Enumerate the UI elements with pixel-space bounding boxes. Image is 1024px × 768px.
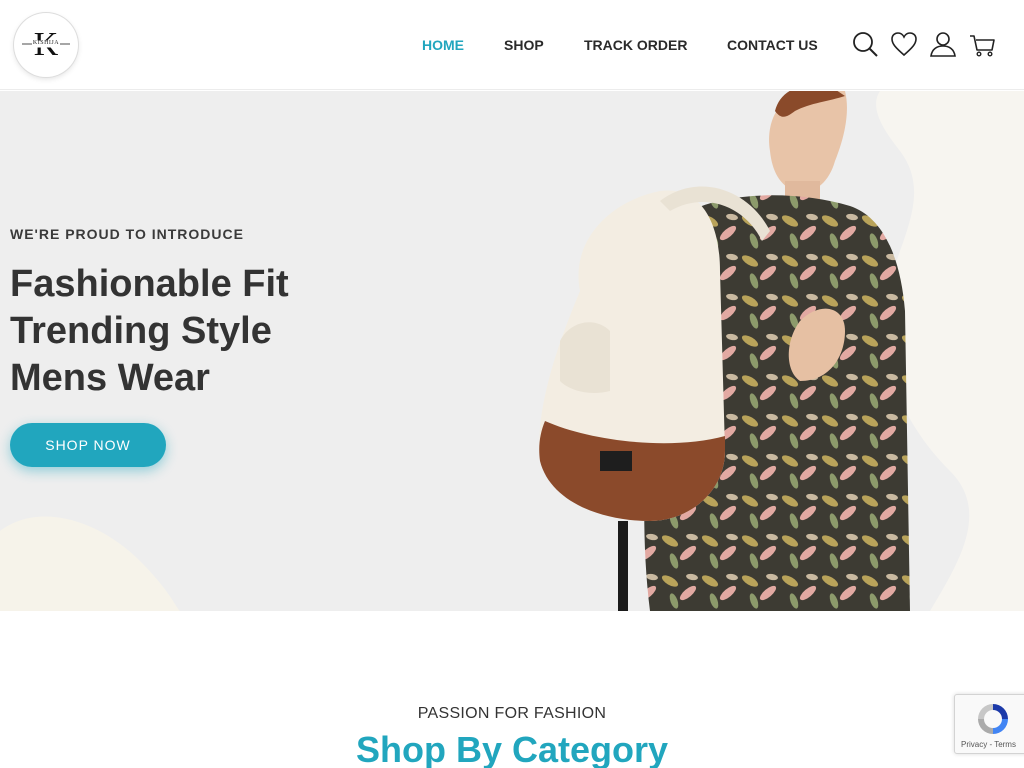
logo-text: KISHIJA — [32, 40, 60, 46]
cart-icon[interactable] — [968, 30, 996, 58]
hero-subtitle: WE'RE PROUD TO INTRODUCE — [10, 226, 244, 242]
section-title: Shop By Category — [355, 729, 669, 768]
section-kicker: PASSION FOR FASHION — [417, 705, 607, 722]
hero-title-line-2: Trending Style — [10, 310, 272, 352]
hero-title-line-1: Fashionable Fit — [10, 263, 289, 305]
recaptcha-links[interactable]: Privacy - Terms — [961, 740, 1016, 749]
site-header: K KISHIJA HOME SHOP TRACK ORDER CONTACT … — [0, 0, 1024, 90]
logo[interactable]: K KISHIJA — [14, 13, 78, 77]
nav-item-home[interactable]: HOME — [422, 37, 464, 53]
hero-banner: WE'RE PROUD TO INTRODUCE Fashionable Fit… — [0, 91, 1024, 611]
heart-icon[interactable] — [890, 30, 918, 58]
recaptcha-badge[interactable]: Privacy - Terms — [954, 694, 1024, 754]
hero-title: Fashionable Fit Trending Style Mens Wear — [10, 261, 289, 402]
hero-title-line-3: Mens Wear — [10, 357, 210, 399]
hero-model-image — [539, 91, 910, 611]
search-icon[interactable] — [851, 30, 879, 58]
nav-item-contact-us[interactable]: CONTACT US — [727, 37, 818, 53]
nav-item-track-order[interactable]: TRACK ORDER — [584, 37, 687, 53]
recaptcha-icon — [978, 704, 1008, 734]
user-icon[interactable] — [929, 30, 957, 58]
shop-now-button[interactable]: SHOP NOW — [10, 423, 166, 467]
nav-item-shop[interactable]: SHOP — [504, 37, 544, 53]
